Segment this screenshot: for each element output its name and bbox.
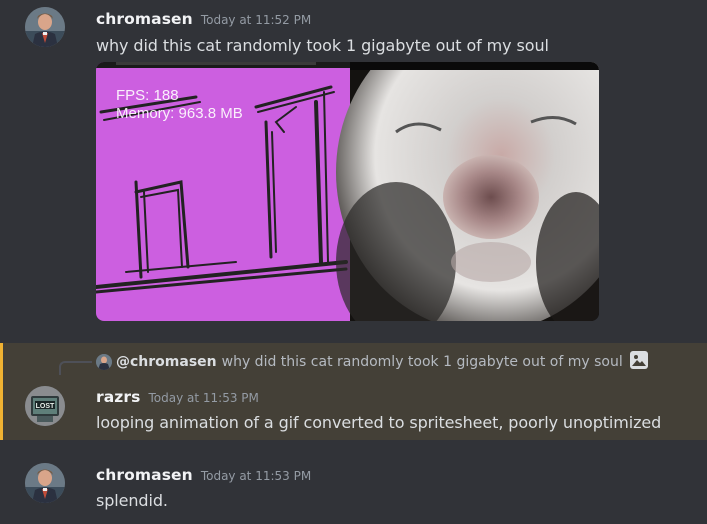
message-2: LOST razrs Today at 11:53 PM looping anim… bbox=[0, 343, 707, 440]
avatar-razrs[interactable]: LOST bbox=[25, 386, 65, 426]
timestamp: Today at 11:53 PM bbox=[200, 469, 312, 483]
username[interactable]: razrs bbox=[96, 388, 141, 406]
timestamp: Today at 11:53 PM bbox=[148, 391, 259, 405]
timestamp: Today at 11:52 PM bbox=[200, 13, 312, 27]
message-content: why did this cat randomly took 1 gigabyt… bbox=[96, 36, 549, 55]
avatar-badge-text: LOST bbox=[36, 403, 55, 410]
avatar-chromasen[interactable] bbox=[25, 463, 65, 503]
avatar-chromasen[interactable] bbox=[25, 7, 65, 47]
fps-counter: FPS: 188 bbox=[116, 87, 179, 104]
memory-counter: Memory: 963.8 MB bbox=[116, 105, 243, 122]
username[interactable]: chromasen bbox=[96, 466, 193, 484]
message-1: chromasen Today at 11:52 PM why did this … bbox=[0, 0, 707, 330]
message-content: looping animation of a gif converted to … bbox=[96, 413, 662, 432]
embedded-image[interactable]: FPS: 188 Memory: 963.8 MB bbox=[96, 62, 599, 321]
message-3: chromasen Today at 11:53 PM splendid. bbox=[0, 455, 707, 524]
message-content: splendid. bbox=[96, 491, 168, 510]
username[interactable]: chromasen bbox=[96, 10, 193, 28]
